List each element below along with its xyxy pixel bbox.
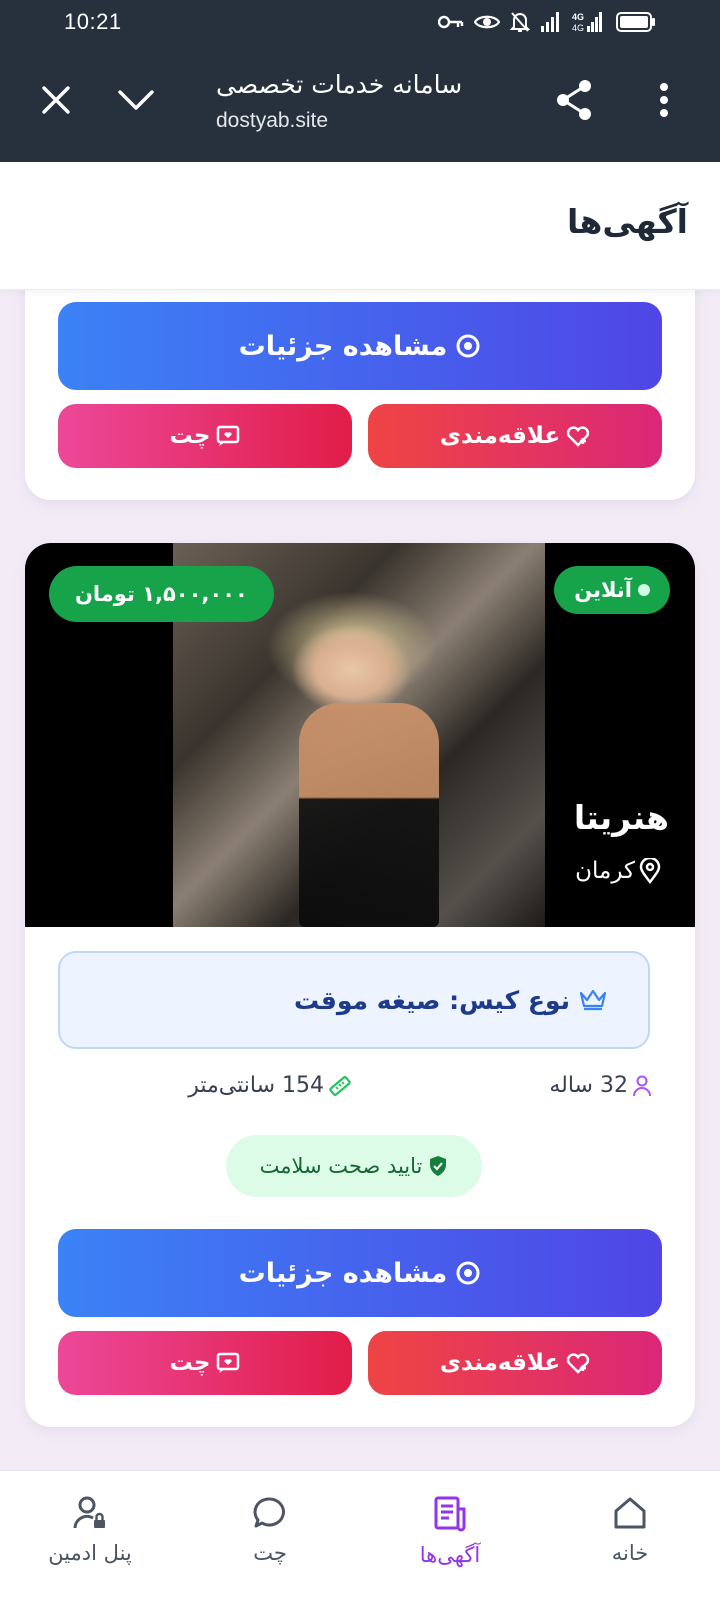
chat-button[interactable]: چت	[58, 1331, 352, 1395]
svg-text:4G: 4G	[572, 23, 584, 33]
more-options-button[interactable]	[654, 78, 674, 122]
ads-list-icon	[434, 1496, 466, 1532]
tab-title-block: سامانه خدمات تخصصی dostyab.site	[216, 70, 516, 133]
city-label: کرمان	[575, 858, 635, 884]
browser-chrome: 10:21 4G 4G سامانه خدمات تخصصی dostyab.si…	[0, 0, 720, 162]
favorite-label: علاقه‌مندی	[439, 1350, 561, 1376]
listing-card[interactable]: آنلاین ۱,۵۰۰,۰۰۰ تومان هنریتا کرمان نوع …	[25, 543, 695, 1427]
eye-icon	[474, 15, 500, 29]
listing-info-row: 32 ساله 154 سانتی‌متر	[58, 1073, 662, 1107]
nav-item-ads[interactable]: آگهی‌ها	[360, 1471, 540, 1600]
favorite-label: علاقه‌مندی	[439, 423, 561, 449]
favorite-button[interactable]: علاقه‌مندی	[368, 404, 662, 468]
battery-icon	[616, 12, 655, 32]
price-label: ۱,۵۰۰,۰۰۰ تومان	[75, 582, 248, 606]
listing-photo-area[interactable]: آنلاین ۱,۵۰۰,۰۰۰ تومان هنریتا کرمان	[25, 543, 695, 927]
nav-label-ads: آگهی‌ها	[419, 1543, 481, 1567]
eye-circle-icon	[456, 1261, 480, 1285]
site-url: dostyab.site	[216, 109, 329, 132]
heart-plus-icon	[566, 426, 590, 447]
chat-button[interactable]: چت	[58, 404, 352, 468]
vpn-key-icon	[438, 15, 464, 29]
price-badge: ۱,۵۰۰,۰۰۰ تومان	[49, 566, 274, 622]
chat-label: چت	[169, 423, 211, 449]
listing-location: کرمان	[575, 858, 661, 884]
age-info: 32 ساله	[549, 1073, 652, 1098]
close-tab-button[interactable]	[34, 78, 78, 122]
chat-bubble-icon	[253, 1497, 285, 1528]
location-pin-icon	[639, 858, 661, 884]
shield-check-icon	[430, 1156, 447, 1176]
online-dot-icon	[638, 584, 650, 596]
view-details-button[interactable]: مشاهده جزئیات	[58, 1229, 662, 1317]
online-status-badge: آنلاین	[554, 566, 670, 614]
nav-label-admin: پنل ادمین	[48, 1541, 132, 1565]
chevron-down-icon	[118, 90, 154, 110]
svg-text:4G: 4G	[572, 12, 584, 22]
listing-name: هنریتا	[573, 798, 669, 837]
chat-heart-icon	[217, 1352, 240, 1373]
status-time: 10:21	[64, 9, 122, 34]
nav-item-home[interactable]: خانه	[540, 1471, 720, 1600]
view-details-label: مشاهده جزئیات	[238, 1257, 448, 1289]
share-button[interactable]	[552, 78, 596, 122]
nav-label-home: خانه	[611, 1541, 649, 1565]
home-icon	[614, 1497, 646, 1529]
minimize-tab-button[interactable]	[114, 78, 158, 122]
chat-label: چت	[169, 1350, 211, 1376]
action-buttons-row: چت علاقه‌مندی	[58, 1331, 662, 1395]
case-type-box: نوع کیس: صیغه موقت	[58, 951, 650, 1049]
height-label: 154 سانتی‌متر	[188, 1073, 324, 1098]
page-title: آگهی‌ها	[567, 202, 688, 241]
app-top-bar: آگهی‌ها	[0, 162, 720, 290]
heart-plus-icon	[566, 1353, 590, 1374]
bottom-navigation: خانه آگهی‌ها چت پنل ادمین	[0, 1470, 720, 1600]
nav-item-chat[interactable]: چت	[180, 1471, 360, 1600]
admin-user-icon	[73, 1496, 105, 1529]
age-label: 32 ساله	[549, 1073, 628, 1098]
status-bar: 10:21 4G 4G	[0, 0, 720, 44]
chat-heart-icon	[217, 425, 240, 446]
custom-tab-header: سامانه خدمات تخصصی dostyab.site	[0, 44, 720, 162]
person-icon	[633, 1075, 651, 1096]
action-buttons-row: چت علاقه‌مندی	[58, 404, 662, 468]
site-title: سامانه خدمات تخصصی	[216, 70, 463, 99]
nav-label-chat: چت	[253, 1541, 287, 1565]
health-label: تایید صحت سلامت	[259, 1154, 423, 1178]
more-vert-icon	[660, 83, 668, 117]
signal-icon	[541, 12, 559, 32]
status-icons: 4G 4G	[438, 10, 656, 34]
ruler-icon	[329, 1075, 351, 1096]
view-details-label: مشاهده جزئیات	[238, 330, 448, 362]
listings-feed[interactable]: مشاهده جزئیات چت علاقه‌مندی آنلاین ۱,۵۰۰…	[0, 290, 720, 1470]
case-type-label: نوع کیس: صیغه موقت	[294, 985, 570, 1015]
share-icon	[557, 80, 591, 120]
health-verified-badge: تایید صحت سلامت	[226, 1135, 482, 1197]
height-info: 154 سانتی‌متر	[188, 1073, 352, 1098]
nav-item-admin[interactable]: پنل ادمین	[0, 1471, 180, 1600]
favorite-button[interactable]: علاقه‌مندی	[368, 1331, 662, 1395]
eye-circle-icon	[456, 334, 480, 358]
crown-icon	[579, 989, 607, 1011]
online-status-label: آنلاین	[574, 578, 632, 602]
view-details-button[interactable]: مشاهده جزئیات	[58, 302, 662, 390]
listing-card-previous: مشاهده جزئیات چت علاقه‌مندی	[25, 290, 695, 500]
bell-off-icon	[510, 12, 530, 32]
signal-4g-icon: 4G4G	[572, 12, 602, 33]
close-icon	[42, 86, 70, 114]
